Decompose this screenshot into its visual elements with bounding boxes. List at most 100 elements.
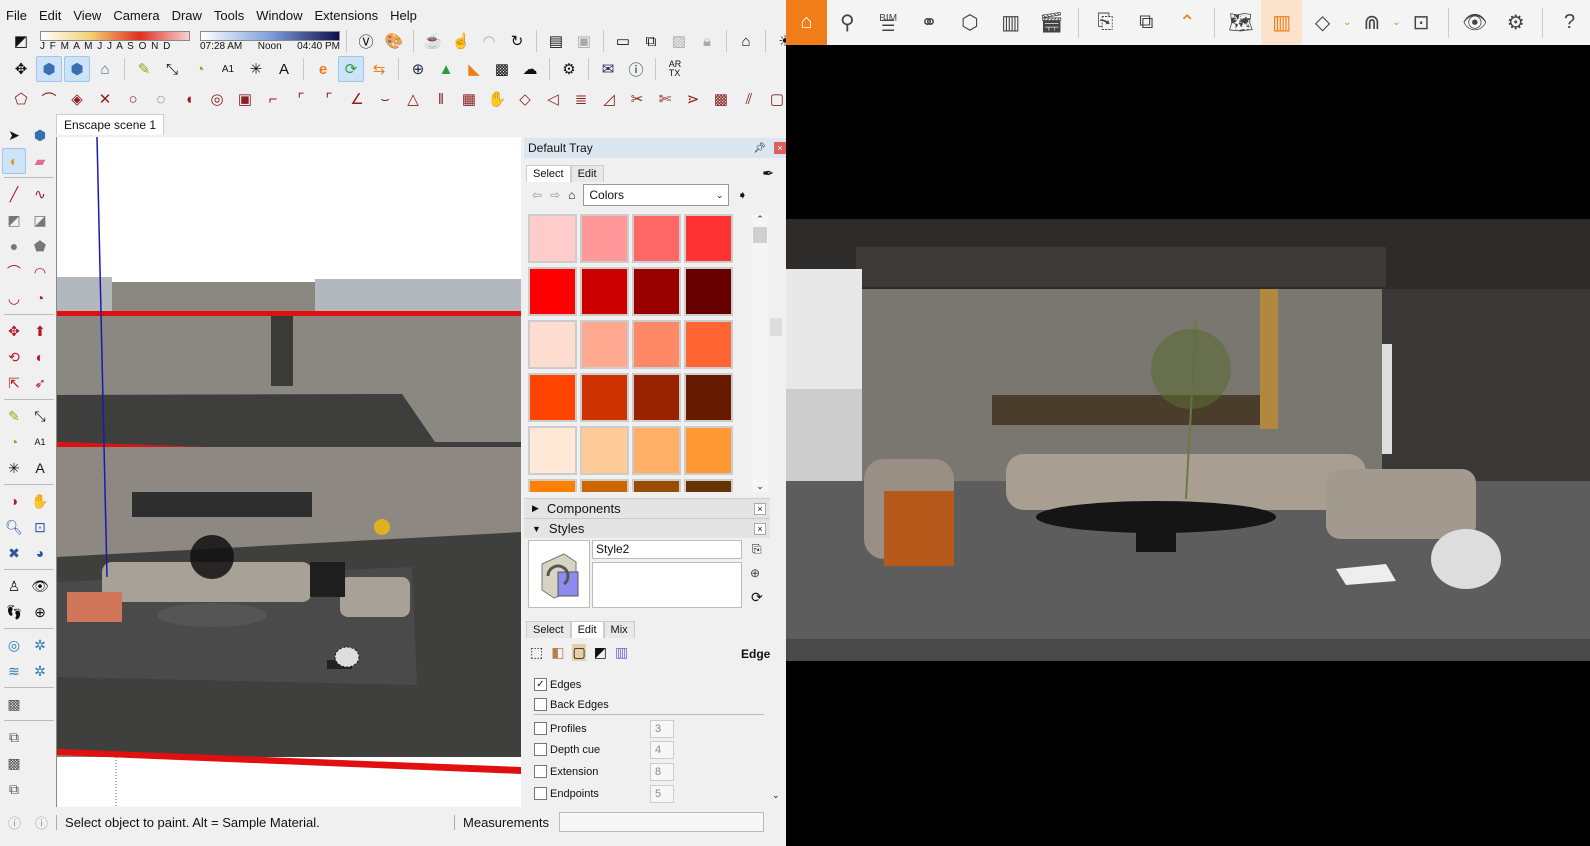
line-icon[interactable]: ╱: [2, 181, 26, 207]
visual-settings-icon[interactable]: 👁︎: [1454, 0, 1495, 45]
text-icon[interactable]: A1: [215, 56, 241, 82]
style-description-field[interactable]: [592, 562, 742, 608]
pipe-icon[interactable]: ◖: [176, 86, 202, 112]
mail-icon[interactable]: ✉: [595, 56, 621, 82]
camera-icon[interactable]: ▣: [232, 86, 258, 112]
update-style-icon[interactable]: ⟳: [751, 589, 763, 606]
move-icon[interactable]: ✥: [2, 318, 26, 344]
frame-buffer-icon[interactable]: ▤: [543, 28, 569, 54]
edge-value-field[interactable]: 8: [650, 763, 674, 781]
chamfer-icon[interactable]: ⌜: [316, 86, 342, 112]
color-swatch[interactable]: [632, 479, 681, 492]
two-point-arc-icon[interactable]: ◠: [28, 259, 52, 285]
time-slider[interactable]: 07:28 AM Noon 04:40 PM: [200, 28, 340, 54]
face-settings-icon[interactable]: ◧: [551, 644, 564, 661]
color-swatch[interactable]: [580, 214, 629, 263]
color-swatch[interactable]: [684, 320, 733, 369]
tape-measure-icon[interactable]: ✎: [131, 56, 157, 82]
close-icon[interactable]: ×: [754, 502, 766, 515]
close-icon[interactable]: ×: [754, 522, 766, 535]
slash-icon[interactable]: ⫽: [736, 86, 762, 112]
stack-icon[interactable]: ≣: [568, 86, 594, 112]
menu-window[interactable]: Window: [256, 8, 308, 23]
dimension-icon[interactable]: ⤡: [28, 403, 52, 429]
clapperboard-icon[interactable]: 🎬︎: [1031, 0, 1072, 45]
checkbox[interactable]: [534, 743, 547, 756]
component-icon[interactable]: ⬢: [28, 122, 52, 148]
measurements-input[interactable]: [559, 812, 764, 832]
zoom-extents-icon[interactable]: ✖: [2, 540, 26, 566]
menu-camera[interactable]: Camera: [113, 8, 165, 23]
color-swatch[interactable]: [632, 426, 681, 475]
arc-points-icon[interactable]: ⌒: [36, 86, 62, 112]
rotated-rectangle-icon[interactable]: ◪: [28, 207, 52, 233]
edge-option-profiles[interactable]: Profiles: [534, 722, 587, 735]
edge-option-back-edges[interactable]: Back Edges: [534, 698, 609, 711]
location-chat-icon[interactable]: ⚲: [827, 0, 868, 45]
infinite-plane-icon[interactable]: ⌂: [733, 28, 759, 54]
checker-icon[interactable]: ▩: [489, 56, 515, 82]
curve-icon[interactable]: ⌣: [372, 86, 398, 112]
edge-option-depth-cue[interactable]: Depth cue: [534, 743, 600, 756]
edge-value-field[interactable]: 4: [650, 741, 674, 759]
materials-tab-select[interactable]: Select: [526, 165, 571, 182]
follow-me-icon[interactable]: ◐: [28, 344, 52, 370]
eyedropper-icon[interactable]: ✒: [762, 165, 774, 182]
live-sync-icon[interactable]: ⟳: [338, 56, 364, 82]
push-pull-icon[interactable]: ⬆: [28, 318, 52, 344]
union-icon[interactable]: ⧉: [2, 776, 26, 802]
menu-help[interactable]: Help: [390, 8, 423, 23]
window-icon[interactable]: ▭: [610, 28, 636, 54]
settings-icon[interactable]: ⚙: [1495, 0, 1536, 45]
rectangle-icon[interactable]: ◩: [2, 207, 26, 233]
window-teapot-icon[interactable]: ⧉: [638, 28, 664, 54]
menu-file[interactable]: File: [6, 8, 33, 23]
export-image-icon[interactable]: ⎘: [1085, 0, 1126, 45]
menu-draw[interactable]: Draw: [172, 8, 208, 23]
home-icon[interactable]: ⌂: [786, 0, 827, 45]
orbit-icon[interactable]: ◑: [2, 488, 26, 514]
watermark-settings-icon[interactable]: ◩: [594, 644, 607, 661]
palette-icon[interactable]: 🎨: [381, 28, 407, 54]
home-icon[interactable]: ⌂: [568, 188, 575, 202]
freehand-icon[interactable]: ∿: [28, 181, 52, 207]
select-icon[interactable]: ➤: [2, 122, 26, 148]
scissors-icon[interactable]: ✂: [624, 86, 650, 112]
edge-settings-icon[interactable]: ⬚: [530, 644, 543, 661]
color-swatch[interactable]: [580, 426, 629, 475]
solid-tools-icon[interactable]: ▩: [2, 691, 26, 717]
3d-text-icon[interactable]: A: [28, 455, 52, 481]
polygon-icon[interactable]: ⬟: [28, 233, 52, 259]
color-swatch[interactable]: [684, 479, 733, 492]
tree-icon[interactable]: ▲: [433, 56, 459, 82]
circle-icon[interactable]: ●: [2, 233, 26, 259]
materials-tab-edit[interactable]: Edit: [570, 165, 604, 182]
modeling-settings-icon[interactable]: ▥: [615, 644, 628, 661]
axes-icon[interactable]: ✳: [243, 56, 269, 82]
color-swatch[interactable]: [632, 373, 681, 422]
model-viewport[interactable]: [56, 137, 521, 807]
styles-tab-select[interactable]: Select: [526, 621, 571, 638]
edge-option-extension[interactable]: Extension: [534, 765, 598, 778]
outer-shell-icon[interactable]: ⧉: [2, 724, 26, 750]
active-view-icon[interactable]: ▥: [1261, 0, 1303, 45]
edge-option-endpoints[interactable]: Endpoints: [534, 787, 599, 800]
offset-icon[interactable]: ➶: [28, 370, 52, 396]
house-view-icon[interactable]: ⌂: [92, 56, 118, 82]
columns-icon[interactable]: ‖: [428, 86, 454, 112]
scroll-down-icon[interactable]: ⌄: [772, 790, 780, 801]
add-icon[interactable]: ⊕: [405, 56, 431, 82]
3d-text-icon[interactable]: A: [271, 56, 297, 82]
layers-upload-icon[interactable]: ≋: [2, 658, 26, 684]
styles-section[interactable]: ▼ Styles ×: [524, 518, 770, 538]
axes-icon[interactable]: ✳: [2, 455, 26, 481]
color-swatch[interactable]: [684, 214, 733, 263]
reset-icon[interactable]: ↻: [504, 28, 530, 54]
palm-icon[interactable]: ✋: [484, 86, 510, 112]
edge-option-edges[interactable]: ✓ Edges: [534, 678, 581, 691]
rainbow-icon[interactable]: ◠: [476, 28, 502, 54]
geo-location-icon[interactable]: ⓘ: [8, 813, 21, 832]
checkbox[interactable]: [534, 765, 547, 778]
fillet-icon[interactable]: ⌜: [288, 86, 314, 112]
color-swatch[interactable]: [528, 426, 577, 475]
